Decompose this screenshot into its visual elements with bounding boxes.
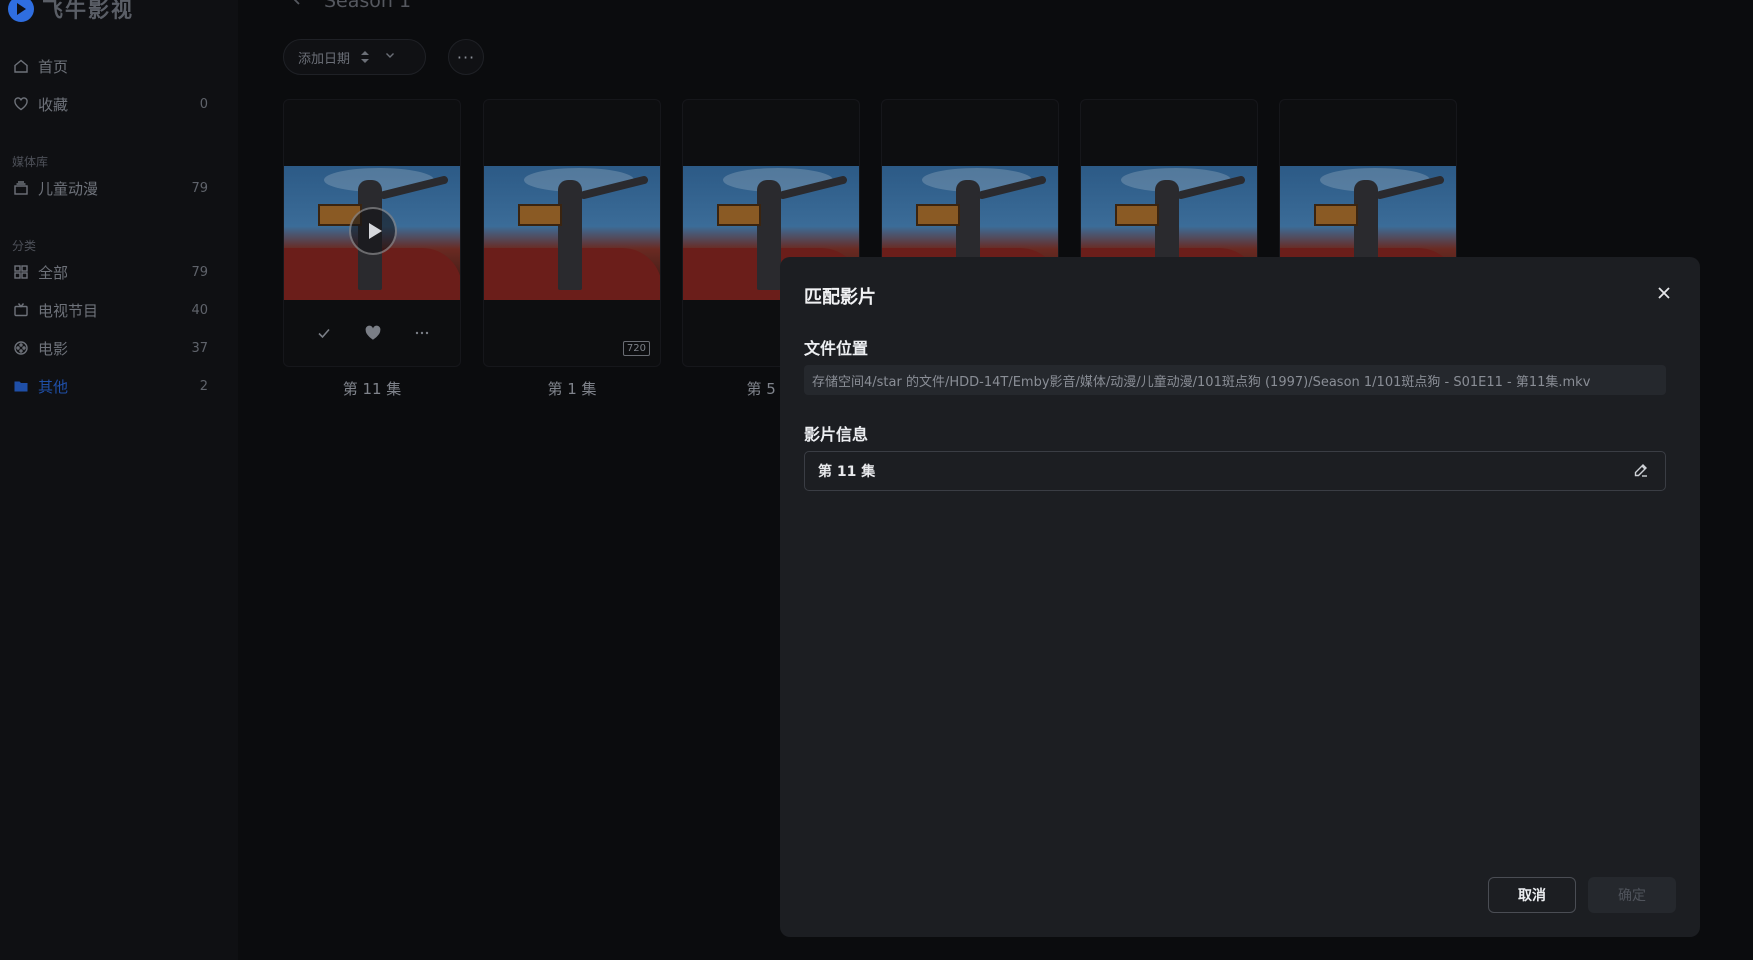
sidebar-item-favorites[interactable]: 收藏 0 [0, 84, 238, 124]
grid-icon [12, 263, 30, 281]
sidebar-item-count: 2 [199, 378, 208, 394]
sidebar-item-count: 79 [191, 264, 208, 280]
sidebar-item-count: 37 [191, 340, 208, 356]
sidebar-item-label: 首页 [38, 57, 69, 76]
library-icon [12, 179, 30, 197]
check-icon[interactable] [316, 325, 332, 345]
movie-info-value: 第 11 集 [818, 464, 876, 480]
more-options-button[interactable]: ··· [448, 39, 484, 75]
heart-icon[interactable] [364, 324, 382, 346]
brand[interactable]: 飞牛影视 [8, 0, 134, 24]
file-location-label: 文件位置 [804, 339, 869, 358]
sidebar-item-label: 电视节目 [38, 301, 99, 320]
episode-card[interactable] [283, 99, 461, 367]
app-root: 飞牛影视 首页 收藏 0 媒体库 儿童动漫 79 分类 全部 79 电视节目 4… [0, 0, 1753, 960]
chevron-down-icon [384, 49, 396, 65]
episode-card[interactable]: 720 [483, 99, 661, 367]
more-horizontal-icon[interactable] [414, 325, 430, 345]
sidebar-item-other[interactable]: 其他 2 [0, 366, 238, 406]
sort-label: 添加日期 [298, 51, 351, 67]
back-arrow-icon[interactable] [290, 0, 310, 13]
movie-info-field[interactable]: 第 11 集 [804, 451, 1666, 491]
sidebar-item-home[interactable]: 首页 [0, 46, 238, 86]
sidebar-item-label: 儿童动漫 [38, 179, 99, 198]
page-title: Season 1 [324, 0, 412, 12]
sort-dropdown[interactable]: 添加日期 [283, 39, 426, 75]
close-icon[interactable] [1652, 281, 1676, 305]
sidebar-item-kids-anime[interactable]: 儿童动漫 79 [0, 168, 238, 208]
more-dots-icon: ··· [456, 47, 476, 67]
play-icon[interactable] [349, 207, 397, 255]
episode-thumbnail[interactable] [484, 166, 660, 300]
sidebar-item-label: 电影 [38, 339, 69, 358]
dialog-title: 匹配影片 [804, 287, 876, 308]
heart-icon [12, 95, 30, 113]
sidebar-item-label: 收藏 [38, 95, 69, 114]
confirm-button[interactable]: 确定 [1588, 877, 1676, 913]
sidebar: 飞牛影视 首页 收藏 0 媒体库 儿童动漫 79 分类 全部 79 电视节目 4… [0, 0, 238, 960]
episode-title[interactable]: 第 11 集 [283, 378, 461, 399]
app-logo-icon [8, 0, 34, 22]
file-path-field: 存储空间4/star 的文件/HDD-14T/Emby影音/媒体/动漫/儿童动漫… [804, 365, 1666, 395]
edit-icon[interactable] [1633, 462, 1651, 480]
folder-icon [12, 377, 30, 395]
movie-info-label: 影片信息 [804, 425, 869, 444]
match-movie-dialog: 匹配影片 文件位置 存储空间4/star 的文件/HDD-14T/Emby影音/… [780, 257, 1700, 937]
sidebar-item-all[interactable]: 全部 79 [0, 252, 238, 292]
episode-title[interactable]: 第 1 集 [483, 378, 661, 399]
app-name: 飞牛影视 [42, 0, 134, 22]
sidebar-item-count: 0 [199, 96, 208, 112]
sidebar-item-label: 全部 [38, 263, 69, 282]
sidebar-item-count: 40 [191, 302, 208, 318]
card-actions [284, 324, 460, 346]
resolution-badge: 720 [622, 341, 650, 356]
film-reel-icon [12, 339, 30, 357]
tv-icon [12, 301, 30, 319]
cancel-button[interactable]: 取消 [1488, 877, 1576, 913]
sidebar-item-count: 79 [191, 180, 208, 196]
sidebar-item-movies[interactable]: 电影 37 [0, 328, 238, 368]
sidebar-item-label: 其他 [38, 377, 69, 396]
sidebar-item-tv-shows[interactable]: 电视节目 40 [0, 290, 238, 330]
episode-thumbnail[interactable] [284, 166, 460, 300]
sort-order-icon[interactable] [360, 50, 370, 64]
home-icon [12, 57, 30, 75]
header: Season 1 [290, 0, 411, 13]
